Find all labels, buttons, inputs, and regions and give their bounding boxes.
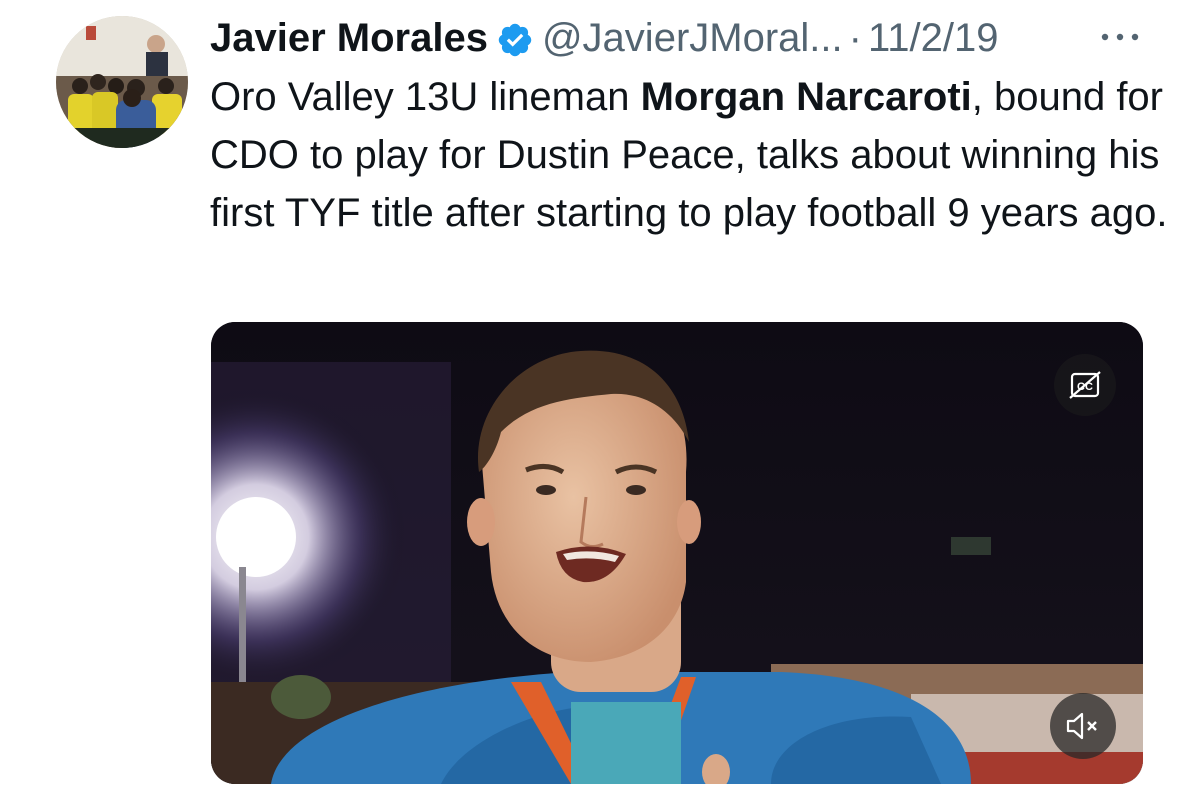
- user-handle[interactable]: @JavierJMoral...: [542, 10, 843, 66]
- tweet-header: Javier Morales @JavierJMoral... · 11/2/1…: [210, 10, 998, 66]
- display-name[interactable]: Javier Morales: [210, 10, 488, 66]
- mute-button[interactable]: [1050, 693, 1116, 759]
- more-options-icon[interactable]: [1096, 22, 1144, 52]
- avatar-photo: [56, 16, 188, 148]
- separator-dot: ·: [848, 16, 862, 60]
- avatar[interactable]: [56, 16, 188, 148]
- captions-off-icon: CC: [1069, 371, 1101, 399]
- tweet-text-part-1: Oro Valley 13U lineman: [210, 75, 641, 119]
- tweet-date[interactable]: 11/2/19: [868, 10, 999, 66]
- captions-button[interactable]: CC: [1054, 354, 1116, 416]
- tweet-text: Oro Valley 13U lineman Morgan Narcaroti,…: [210, 68, 1170, 242]
- verified-badge-icon: [496, 21, 534, 59]
- tweet-mention-name: Morgan Narcaroti: [640, 75, 972, 119]
- video-frame: [211, 322, 1143, 784]
- video-player[interactable]: CC: [211, 322, 1143, 784]
- volume-muted-icon: [1066, 712, 1097, 740]
